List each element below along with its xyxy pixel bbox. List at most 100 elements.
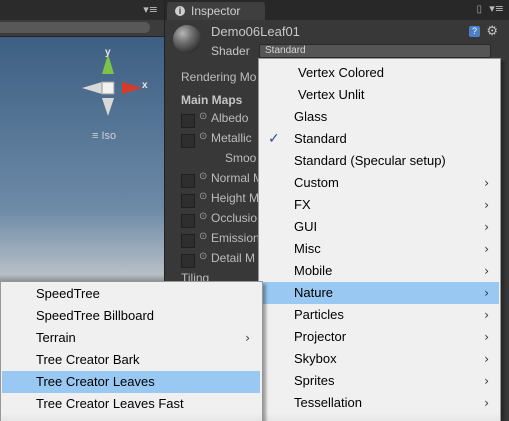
menu-item-label: Vertex Colored	[298, 65, 384, 80]
menu-item-tree-creator-bark[interactable]: Tree Creator Bark	[2, 349, 260, 371]
menu-item-fx[interactable]: FX ›	[260, 194, 499, 216]
menu-item-label: SpeedTree	[36, 286, 100, 301]
texture-slot[interactable]	[181, 174, 195, 188]
chevron-right-icon: ›	[484, 374, 489, 388]
gizmo-y-label: y	[105, 47, 111, 58]
menu-item-glass[interactable]: Glass	[260, 106, 499, 128]
gizmo-x-label: x	[142, 80, 148, 91]
gizmo-x-cone[interactable]	[122, 82, 142, 94]
menu-item-label: Projector	[294, 329, 347, 344]
menu-item-nature[interactable]: Nature ›	[260, 282, 499, 304]
gizmo-neg-y-cone[interactable]	[102, 98, 114, 116]
projection-label[interactable]: ≡ Iso	[92, 130, 116, 142]
menu-item-gui[interactable]: GUI ›	[260, 216, 499, 238]
menu-item-label: Glass	[294, 109, 328, 124]
menu-item-label: Standard (Specular setup)	[294, 153, 446, 168]
menu-item-standard[interactable]: ✓ Standard	[260, 128, 499, 150]
shader-menu: Vertex Colored Vertex Unlit Glass ✓ Stan…	[258, 58, 501, 421]
lock-icon[interactable]: ▯	[476, 4, 482, 15]
menu-item-mobile[interactable]: Mobile ›	[260, 260, 499, 282]
menu-item-label: Tessellation	[294, 395, 362, 410]
scene-tab-header: ▾≡	[0, 0, 164, 21]
property-label: Normal M	[211, 171, 264, 185]
property-label: Smoo	[225, 151, 257, 165]
menu-item-tessellation[interactable]: Tessellation ›	[260, 392, 499, 414]
texture-slot[interactable]	[181, 254, 195, 268]
help-icon[interactable]: ?	[469, 26, 480, 37]
scene-menu-icon[interactable]: ▾≡	[143, 3, 158, 16]
texture-slot[interactable]	[181, 114, 195, 128]
property-label: Albedo	[211, 111, 249, 125]
menu-item-projector[interactable]: Projector ›	[260, 326, 499, 348]
menu-item-label: Sprites	[294, 373, 335, 388]
menu-item-particles[interactable]: Particles ›	[260, 304, 499, 326]
object-picker-icon[interactable]: ⊙	[199, 171, 207, 182]
gear-icon[interactable]: ⚙	[486, 23, 498, 39]
menu-item-terrain[interactable]: Terrain ›	[2, 327, 260, 349]
gizmo-center-cube[interactable]	[101, 81, 115, 95]
menu-item-tree-creator-leaves-fast[interactable]: Tree Creator Leaves Fast	[2, 393, 260, 415]
scene-toolbar	[0, 20, 164, 37]
chevron-right-icon: ›	[484, 352, 489, 366]
texture-slot[interactable]	[181, 134, 195, 148]
menu-item-label: Standard	[294, 131, 347, 146]
menu-item-label: Skybox	[294, 351, 337, 366]
chevron-right-icon: ›	[484, 176, 489, 190]
menu-item-speedtree[interactable]: SpeedTree	[2, 283, 260, 305]
menu-item-label: FX	[294, 197, 311, 212]
menu-item-label: Particles	[294, 307, 344, 322]
menu-item-label: Misc	[294, 241, 321, 256]
shader-dropdown[interactable]: Standard	[259, 44, 491, 58]
object-picker-icon[interactable]: ⊙	[199, 211, 207, 222]
property-label: Detail M	[211, 251, 256, 265]
menu-item-sprites[interactable]: Sprites ›	[260, 370, 499, 392]
property-label: Height M	[211, 191, 260, 205]
menu-item-vertex-unlit[interactable]: Vertex Unlit	[260, 84, 499, 106]
check-icon: ✓	[268, 131, 280, 147]
texture-slot[interactable]	[181, 234, 195, 248]
menu-item-label: GUI	[294, 219, 318, 234]
texture-slot[interactable]	[181, 194, 195, 208]
texture-slot[interactable]	[181, 214, 195, 228]
gizmo-neg-x-cone[interactable]	[82, 82, 102, 94]
property-label: Metallic	[211, 131, 252, 145]
object-picker-icon[interactable]: ⊙	[199, 131, 207, 142]
nature-submenu: SpeedTree SpeedTree Billboard Terrain › T…	[0, 281, 263, 421]
menu-item-label: Tree Creator Leaves Fast	[36, 396, 184, 411]
chevron-right-icon: ›	[484, 308, 489, 322]
menu-item-misc[interactable]: Misc ›	[260, 238, 499, 260]
chevron-right-icon: ›	[245, 331, 250, 345]
menu-item-label: SpeedTree Billboard	[36, 308, 155, 323]
tab-inspector[interactable]: i Inspector	[167, 2, 265, 20]
property-label: Emission	[211, 231, 260, 245]
chevron-right-icon: ›	[484, 220, 489, 234]
material-name: Demo06Leaf01	[211, 24, 300, 39]
menu-item-tree-creator-leaves[interactable]: Tree Creator Leaves	[2, 371, 260, 393]
material-preview-icon	[173, 25, 201, 53]
menu-item-label: Nature	[294, 285, 334, 300]
scene-gizmo[interactable]: y x	[78, 46, 158, 120]
menu-item-custom[interactable]: Custom ›	[260, 172, 499, 194]
property-label: Occlusio	[211, 211, 258, 225]
chevron-right-icon: ›	[484, 396, 489, 410]
main-maps-label: Main Maps	[181, 93, 243, 107]
rendering-mode-label: Rendering Mo	[181, 70, 257, 84]
object-picker-icon[interactable]: ⊙	[199, 111, 207, 122]
menu-item-speedtree-billboard[interactable]: SpeedTree Billboard	[2, 305, 260, 327]
object-picker-icon[interactable]: ⊙	[199, 251, 207, 262]
menu-item-label: Terrain	[36, 330, 76, 345]
scene-search-field[interactable]	[0, 22, 150, 33]
menu-item-skybox[interactable]: Skybox ›	[260, 348, 499, 370]
object-picker-icon[interactable]: ⊙	[199, 231, 207, 242]
chevron-right-icon: ›	[484, 198, 489, 212]
tab-menu-icon[interactable]: ▾≡	[489, 2, 504, 15]
menu-item-label: Custom	[294, 175, 339, 190]
menu-item-standard-specular[interactable]: Standard (Specular setup)	[260, 150, 499, 172]
projection-mode: Iso	[101, 130, 117, 142]
chevron-right-icon: ›	[484, 286, 489, 300]
chevron-right-icon: ›	[484, 330, 489, 344]
info-icon: i	[175, 6, 185, 16]
menu-item-vertex-colored[interactable]: Vertex Colored	[260, 62, 499, 84]
shader-label: Shader	[211, 44, 250, 58]
object-picker-icon[interactable]: ⊙	[199, 191, 207, 202]
